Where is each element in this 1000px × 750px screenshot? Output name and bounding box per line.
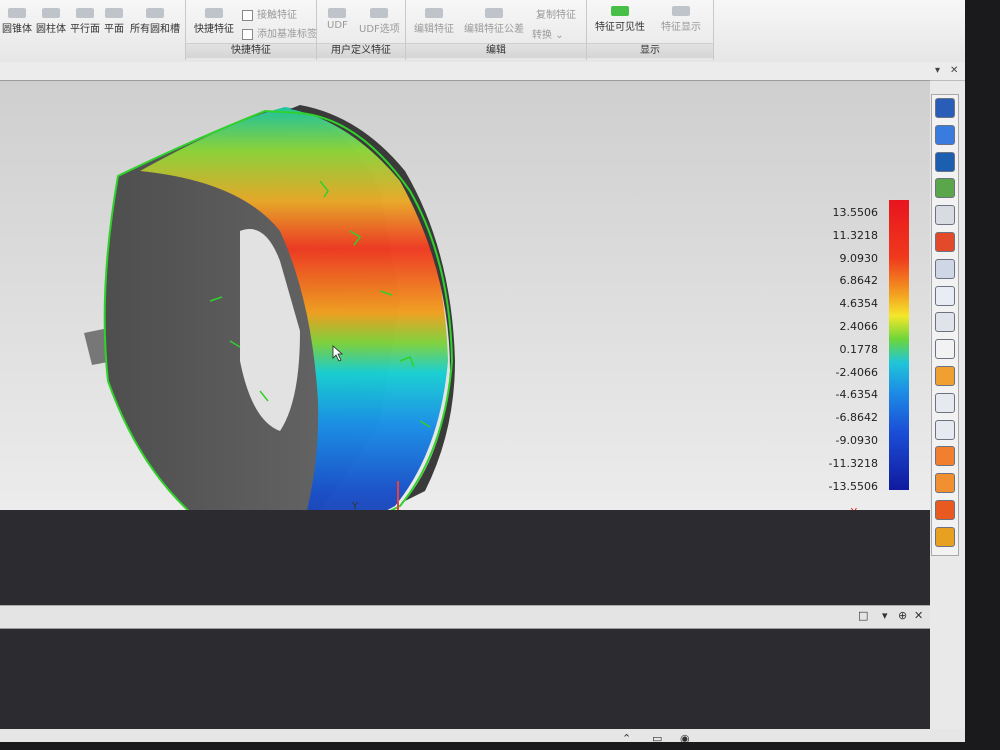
edit-feature-tolerance-button[interactable]: 编辑特征公差: [464, 8, 524, 35]
ribbon-group-udf: UDF UDF选项 用户定义特征: [317, 0, 406, 60]
plane-button[interactable]: 平面: [104, 8, 124, 35]
legend-value: -9.0930: [835, 434, 878, 447]
cone-button[interactable]: 圆锥体: [2, 8, 32, 35]
udf-icon: [328, 8, 347, 18]
convert-button[interactable]: 转换 ⌄: [532, 26, 564, 41]
feature-visibility-icon: [611, 6, 629, 16]
add-datum-label-checkbox[interactable]: [242, 28, 253, 40]
status-up-icon[interactable]: ⌃: [622, 732, 631, 742]
edit-feature-button[interactable]: 编辑特征: [414, 8, 454, 35]
lower-panel-header: □ ▾ ⊕ ✕: [0, 605, 930, 629]
udf-button[interactable]: UDF: [327, 8, 348, 31]
fit-icon[interactable]: [935, 151, 955, 172]
cylinder-button[interactable]: 圆柱体: [36, 8, 66, 35]
edit-feature-icon: [425, 8, 443, 18]
udf-options-button[interactable]: UDF选项: [359, 8, 400, 35]
brush-icon[interactable]: [935, 339, 955, 360]
viewport-close-icon[interactable]: ✕: [950, 65, 958, 76]
camera-icon[interactable]: [935, 366, 955, 386]
color-legend-bar: [889, 200, 909, 490]
measure-icon[interactable]: [935, 446, 955, 467]
model-render: Y Z: [84, 105, 455, 511]
view-icon[interactable]: [935, 98, 955, 118]
legend-value: 0.1778: [839, 342, 879, 356]
edit-group-label: 编辑: [406, 43, 586, 58]
orbit-icon[interactable]: [935, 285, 955, 306]
view-toolbar: [931, 94, 959, 556]
panel-pin-icon[interactable]: ⊕: [898, 609, 907, 622]
contact-feature-option[interactable]: 接触特征: [242, 6, 297, 21]
zoom-icon[interactable]: [935, 205, 955, 226]
color-map-icon[interactable]: [935, 500, 955, 520]
chevron-down-icon: ⌄: [555, 30, 564, 41]
parallel-plane-button[interactable]: 平行面: [70, 8, 100, 35]
legend-value: 6.8642: [839, 274, 879, 288]
parallel-plane-icon: [76, 8, 94, 18]
feature-visibility-button[interactable]: 特征可见性: [595, 6, 645, 33]
3d-viewport[interactable]: Y Z X Y Z: [0, 80, 930, 575]
filter-icon[interactable]: [935, 473, 955, 494]
viewport-title-strip: ▾ ✕: [0, 62, 965, 81]
legend-value: -6.8642: [835, 411, 878, 425]
image-icon[interactable]: [935, 178, 955, 199]
status-device-icon[interactable]: ▭: [652, 732, 662, 742]
pick-icon[interactable]: [935, 312, 955, 333]
panel-menu-icon[interactable]: ▾: [882, 609, 888, 622]
plane-icon: [105, 8, 123, 18]
panel-restore-icon[interactable]: □: [858, 609, 868, 622]
cone-icon: [8, 8, 26, 18]
application-window: 圆锥体 圆柱体 平行面 平面 所有圆和槽 快捷特征 接触特征 添加基准标签 快捷…: [0, 0, 965, 742]
all-circles-slots-button[interactable]: 所有圆和槽: [130, 8, 180, 35]
ribbon-group-quick-feature: 快捷特征 接触特征 添加基准标签 快捷特征: [186, 0, 317, 60]
display-group-label: 显示: [587, 43, 713, 58]
edit-tolerance-icon: [485, 8, 503, 18]
status-bar: ⌃ ▭ ◉: [0, 729, 965, 742]
quick-feature-icon: [205, 8, 223, 18]
add-datum-label-option[interactable]: 添加基准标签: [242, 25, 317, 40]
transform-icon[interactable]: [935, 419, 955, 440]
copy-feature-button[interactable]: 复制特征: [536, 6, 576, 21]
rotate-icon[interactable]: [935, 124, 955, 145]
legend-value: -2.4066: [835, 365, 878, 379]
udf-group-label: 用户定义特征: [317, 43, 405, 58]
status-sound-icon[interactable]: ◉: [680, 732, 690, 742]
ribbon: 圆锥体 圆柱体 平行面 平面 所有圆和槽 快捷特征 接触特征 添加基准标签 快捷…: [0, 0, 965, 63]
render-icon[interactable]: [935, 526, 955, 547]
viewport-menu-icon[interactable]: ▾: [935, 65, 940, 76]
legend-value: 4.6354: [839, 297, 879, 311]
box-icon[interactable]: [935, 392, 955, 413]
legend-value: -4.6354: [835, 388, 878, 402]
feature-display-button[interactable]: 特征显示: [661, 6, 701, 33]
feature-display-icon: [672, 6, 690, 16]
ribbon-group-display: 特征可见性 特征显示 显示: [587, 0, 714, 60]
circles-slots-icon: [146, 8, 164, 18]
quick-feature-group-label: 快捷特征: [186, 43, 316, 58]
contact-feature-checkbox[interactable]: [242, 9, 253, 21]
window-icon[interactable]: [935, 258, 955, 279]
legend-value: 11.3218: [832, 228, 879, 242]
legend-value: 13.5506: [832, 206, 879, 219]
legend-value: 2.4066: [839, 320, 879, 333]
ribbon-group-create: 圆锥体 圆柱体 平行面 平面 所有圆和槽: [0, 0, 186, 60]
udf-options-icon: [370, 8, 389, 18]
cylinder-icon: [42, 8, 60, 18]
legend-value: -11.3218: [828, 456, 878, 470]
panel-close-icon[interactable]: ✕: [914, 609, 923, 622]
legend-value: -13.5506: [828, 479, 878, 493]
legend-value: 9.0930: [839, 251, 879, 265]
quick-feature-button[interactable]: 快捷特征: [194, 8, 234, 35]
color-icon[interactable]: [935, 232, 955, 252]
ribbon-group-edit: 编辑特征 编辑特征公差 复制特征 转换 ⌄ 编辑: [406, 0, 587, 60]
